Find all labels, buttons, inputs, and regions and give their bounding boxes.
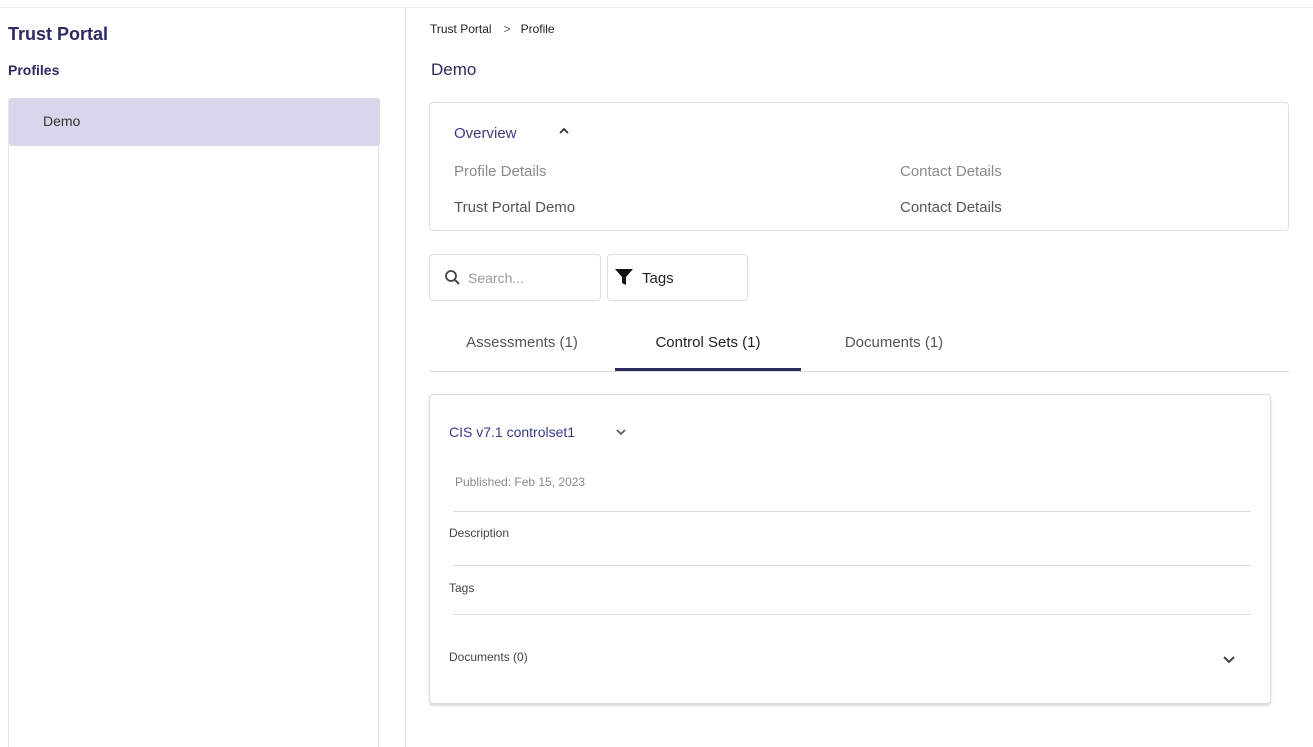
breadcrumb: Trust Portal > Profile	[430, 22, 555, 36]
overview-toggle[interactable]: Overview	[454, 125, 517, 142]
overview-card: Overview Profile Details Contact Details…	[429, 102, 1289, 231]
description-label: Description	[449, 526, 510, 540]
sidebar: Trust Portal Profiles Demo	[0, 8, 406, 747]
profiles-list: Demo	[8, 98, 380, 747]
profile-item-demo[interactable]: Demo	[9, 98, 380, 146]
top-border	[0, 0, 1313, 8]
profiles-heading: Profiles	[8, 62, 60, 78]
contact-details-value: Contact Details	[900, 199, 1002, 216]
divider	[453, 511, 1251, 512]
search-icon	[444, 269, 462, 287]
search-input[interactable]: Search...	[429, 254, 601, 301]
tags-label: Tags	[449, 581, 475, 595]
tags-filter-button[interactable]: Tags	[607, 254, 748, 301]
app-title: Trust Portal	[8, 24, 109, 44]
breadcrumb-root[interactable]: Trust Portal	[430, 22, 492, 36]
breadcrumb-current: Profile	[520, 22, 555, 36]
published-date: Published: Feb 15, 2023	[455, 475, 586, 489]
contact-details-label: Contact Details	[900, 163, 1002, 180]
tab-bar: Assessments (1) Control Sets (1) Documen…	[429, 320, 1289, 372]
profile-details-label: Profile Details	[454, 163, 547, 180]
documents-label[interactable]: Documents (0)	[449, 650, 528, 664]
breadcrumb-separator: >	[503, 22, 511, 36]
active-tab-indicator	[615, 368, 801, 371]
tab-documents[interactable]: Documents (1)	[801, 320, 987, 372]
tab-control-sets[interactable]: Control Sets (1)	[615, 320, 801, 372]
control-set-card: CIS v7.1 controlset1 Published: Feb 15, …	[429, 394, 1271, 704]
filter-icon	[614, 267, 634, 287]
chevron-up-icon[interactable]	[554, 121, 574, 141]
chevron-down-icon[interactable]	[612, 423, 630, 441]
divider	[453, 565, 1251, 566]
divider	[453, 614, 1251, 615]
profile-details-value: Trust Portal Demo	[454, 199, 576, 216]
profile-item-label: Demo	[43, 113, 81, 129]
control-set-title[interactable]: CIS v7.1 controlset1	[449, 424, 575, 440]
page-title: Demo	[431, 60, 477, 79]
tags-filter-label: Tags	[642, 270, 674, 287]
tab-assessments[interactable]: Assessments (1)	[429, 320, 615, 372]
chevron-down-icon[interactable]	[1220, 650, 1238, 668]
search-placeholder: Search...	[468, 270, 525, 286]
